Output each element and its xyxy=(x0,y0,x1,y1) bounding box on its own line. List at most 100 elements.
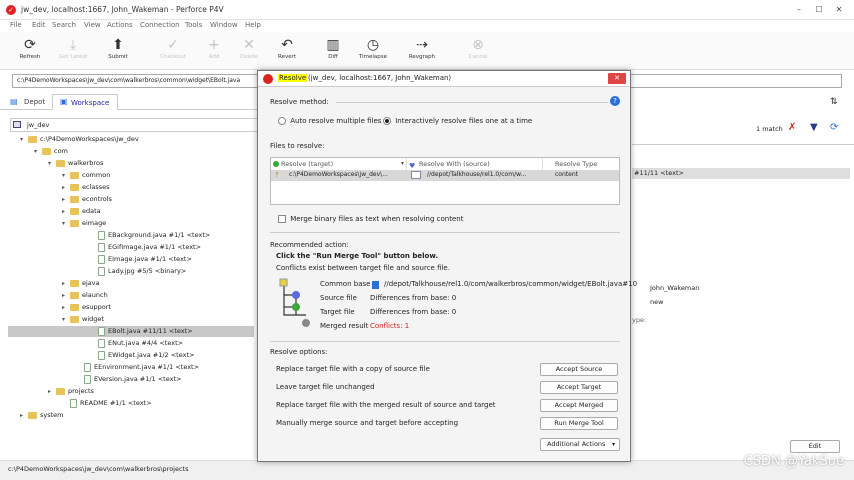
revert-button[interactable]: ↶ Revert xyxy=(269,36,305,66)
edit-button[interactable]: Edit xyxy=(790,440,840,453)
timelapse-button[interactable]: ◷ Timelapse xyxy=(355,36,391,66)
interactive-resolve-radio[interactable]: Interactively resolve files one at a tim… xyxy=(383,117,532,125)
detail-value: Differences from base: 0 xyxy=(370,308,457,316)
delete-icon: ✕ xyxy=(243,37,255,53)
auto-resolve-radio[interactable]: Auto resolve multiple files xyxy=(278,117,381,125)
col-target[interactable]: Resolve (target) ▾ xyxy=(271,158,407,170)
col-type[interactable]: Resolve Type xyxy=(543,158,619,170)
tree-folder[interactable]: ▾ common xyxy=(62,170,110,181)
detail-value: //depot/Talkhouse/rel1.0/com/walkerbros/… xyxy=(384,280,638,288)
tree-folder[interactable]: ▸ econtrols xyxy=(62,194,112,205)
toolbar-label: Delete xyxy=(239,54,259,60)
delete-button[interactable]: ✕ Delete xyxy=(231,36,267,66)
status-path: c:\P4DemoWorkspaces\jw_dev\com\walkerbro… xyxy=(8,465,189,473)
clear-filter-icon[interactable]: ✗ xyxy=(788,122,796,133)
collapse-arrow-icon[interactable]: ▾ xyxy=(62,170,70,181)
dialog-close-button[interactable]: ✕ xyxy=(608,73,626,84)
expand-arrow-icon[interactable]: ▸ xyxy=(20,410,28,421)
detail-key: Common base xyxy=(320,280,371,288)
refresh-button[interactable]: ⟳ Refresh xyxy=(12,36,48,66)
tree-file[interactable]: EImage.java #1/1 <text> xyxy=(90,254,192,265)
tree-folder[interactable]: ▸ projects xyxy=(48,386,94,397)
accept-source-button[interactable]: Accept Source xyxy=(540,363,618,376)
tree-item-label: edata xyxy=(82,207,101,215)
collapse-arrow-icon[interactable]: ▾ xyxy=(20,134,28,145)
checkout-button[interactable]: ✓ Checkout xyxy=(155,36,191,66)
get-latest-button[interactable]: ⤓ Get Latest xyxy=(55,36,91,66)
tree-folder[interactable]: ▾ walkerbros xyxy=(48,158,103,169)
refresh-filter-icon[interactable]: ⟳ xyxy=(830,122,838,133)
tree-folder[interactable]: ▸ system xyxy=(20,410,64,421)
accept-merged-button[interactable]: Accept Merged xyxy=(540,399,618,412)
address-path: c:\P4DemoWorkspaces\jw_dev\com\walkerbro… xyxy=(17,77,241,84)
cancel-button[interactable]: ⊗ Cancel xyxy=(460,36,496,66)
tree-folder[interactable]: ▾ com xyxy=(34,146,68,157)
additional-actions-button[interactable]: Additional Actions ▾ xyxy=(540,438,620,451)
menu-search[interactable]: Search xyxy=(52,21,76,29)
submit-button[interactable]: ⬆ Submit xyxy=(100,36,136,66)
tree-file[interactable]: EEnvironment.java #1/1 <text> xyxy=(76,362,199,373)
tree-file[interactable]: EVersion.java #1/1 <text> xyxy=(76,374,181,385)
expand-arrow-icon[interactable]: ▸ xyxy=(62,206,70,217)
refresh-icon: ⟳ xyxy=(24,37,36,53)
file-icon xyxy=(84,362,91,372)
tree-folder[interactable]: ▾ eimage xyxy=(62,218,106,229)
table-row[interactable]: ? c:\P4DemoWorkspaces\jw_dev\... //depot… xyxy=(271,170,619,181)
expand-arrow-icon[interactable]: ▸ xyxy=(62,194,70,205)
tree-file[interactable]: EBackground.java #1/1 <text> xyxy=(90,230,210,241)
close-window-button[interactable]: ✕ xyxy=(830,4,848,16)
expand-arrow-icon[interactable]: ▸ xyxy=(62,278,70,289)
section-separator xyxy=(270,232,620,233)
run-merge-tool-button[interactable]: Run Merge Tool xyxy=(540,417,618,430)
option-description: Replace target file with the merged resu… xyxy=(276,401,496,409)
tree-file[interactable]: EWidget.java #1/2 <text> xyxy=(90,350,194,361)
diff-button[interactable]: ▥ Diff xyxy=(315,36,351,66)
expand-arrow-icon[interactable]: ▸ xyxy=(62,302,70,313)
tree-folder[interactable]: ▸ eclasses xyxy=(62,182,110,193)
file-row[interactable]: #11/11 <text> xyxy=(632,168,850,179)
menu-view[interactable]: View xyxy=(84,21,101,29)
menu-edit[interactable]: Edit xyxy=(32,21,46,29)
col-source[interactable]: ♥ Resolve With (source) xyxy=(407,158,543,170)
tree-file[interactable]: EBolt.java #11/11 <text> xyxy=(8,326,254,337)
row-target: c:\P4DemoWorkspaces\jw_dev\... xyxy=(289,171,388,178)
tree-item-label: projects xyxy=(68,387,94,395)
workspace-selector[interactable]: jw_dev xyxy=(10,118,258,132)
menu-window[interactable]: Window xyxy=(210,21,238,29)
collapse-arrow-icon[interactable]: ▾ xyxy=(34,146,42,157)
tree-file[interactable]: ENut.java #4/4 <text> xyxy=(90,338,183,349)
tree-folder[interactable]: ▸ elaunch xyxy=(62,290,108,301)
files-table: Resolve (target) ▾ ♥ Resolve With (sourc… xyxy=(270,157,620,205)
menu-help[interactable]: Help xyxy=(245,21,261,29)
expand-arrow-icon[interactable]: ▸ xyxy=(62,182,70,193)
accept-target-button[interactable]: Accept Target xyxy=(540,381,618,394)
expand-arrow-icon[interactable]: ▸ xyxy=(48,386,56,397)
tree-folder[interactable]: ▸ esupport xyxy=(62,302,111,313)
tree-folder[interactable]: ▾ widget xyxy=(62,314,104,325)
resolve-dialog: Resolve (jw_dev, localhost:1667, John_Wa… xyxy=(257,70,637,462)
toolbar-label: Diff xyxy=(328,54,338,60)
sort-icon[interactable]: ⇅ xyxy=(830,97,838,107)
revgraph-button[interactable]: ⇢ Revgraph xyxy=(404,36,440,66)
help-icon[interactable]: ? xyxy=(610,96,620,106)
minimize-button[interactable]: – xyxy=(790,4,808,16)
menu-tools[interactable]: Tools xyxy=(185,21,202,29)
merge-binary-checkbox[interactable]: Merge binary files as text when resolvin… xyxy=(278,215,463,223)
maximize-button[interactable]: ☐ xyxy=(810,4,828,16)
tree-file[interactable]: Lady.jpg #5/5 <binary> xyxy=(90,266,186,277)
collapse-arrow-icon[interactable]: ▾ xyxy=(62,218,70,229)
add-button[interactable]: + Add xyxy=(196,36,232,66)
menu-actions[interactable]: Actions xyxy=(107,21,133,29)
tree-folder[interactable]: ▾ c:\P4DemoWorkspaces\jw_dev xyxy=(20,134,139,145)
tree-folder[interactable]: ▸ ejava xyxy=(62,278,100,289)
tree-folder[interactable]: ▸ edata xyxy=(62,206,101,217)
collapse-arrow-icon[interactable]: ▾ xyxy=(48,158,56,169)
menu-file[interactable]: File xyxy=(10,21,22,29)
collapse-arrow-icon[interactable]: ▾ xyxy=(62,314,70,325)
filter-icon[interactable]: ▼ xyxy=(810,122,818,133)
tree-file[interactable]: EGifImage.java #1/1 <text> xyxy=(90,242,201,253)
menu-connection[interactable]: Connection xyxy=(140,21,180,29)
tree-file[interactable]: README #1/1 <text> xyxy=(62,398,152,409)
option-description: Leave target file unchanged xyxy=(276,383,375,391)
expand-arrow-icon[interactable]: ▸ xyxy=(62,290,70,301)
